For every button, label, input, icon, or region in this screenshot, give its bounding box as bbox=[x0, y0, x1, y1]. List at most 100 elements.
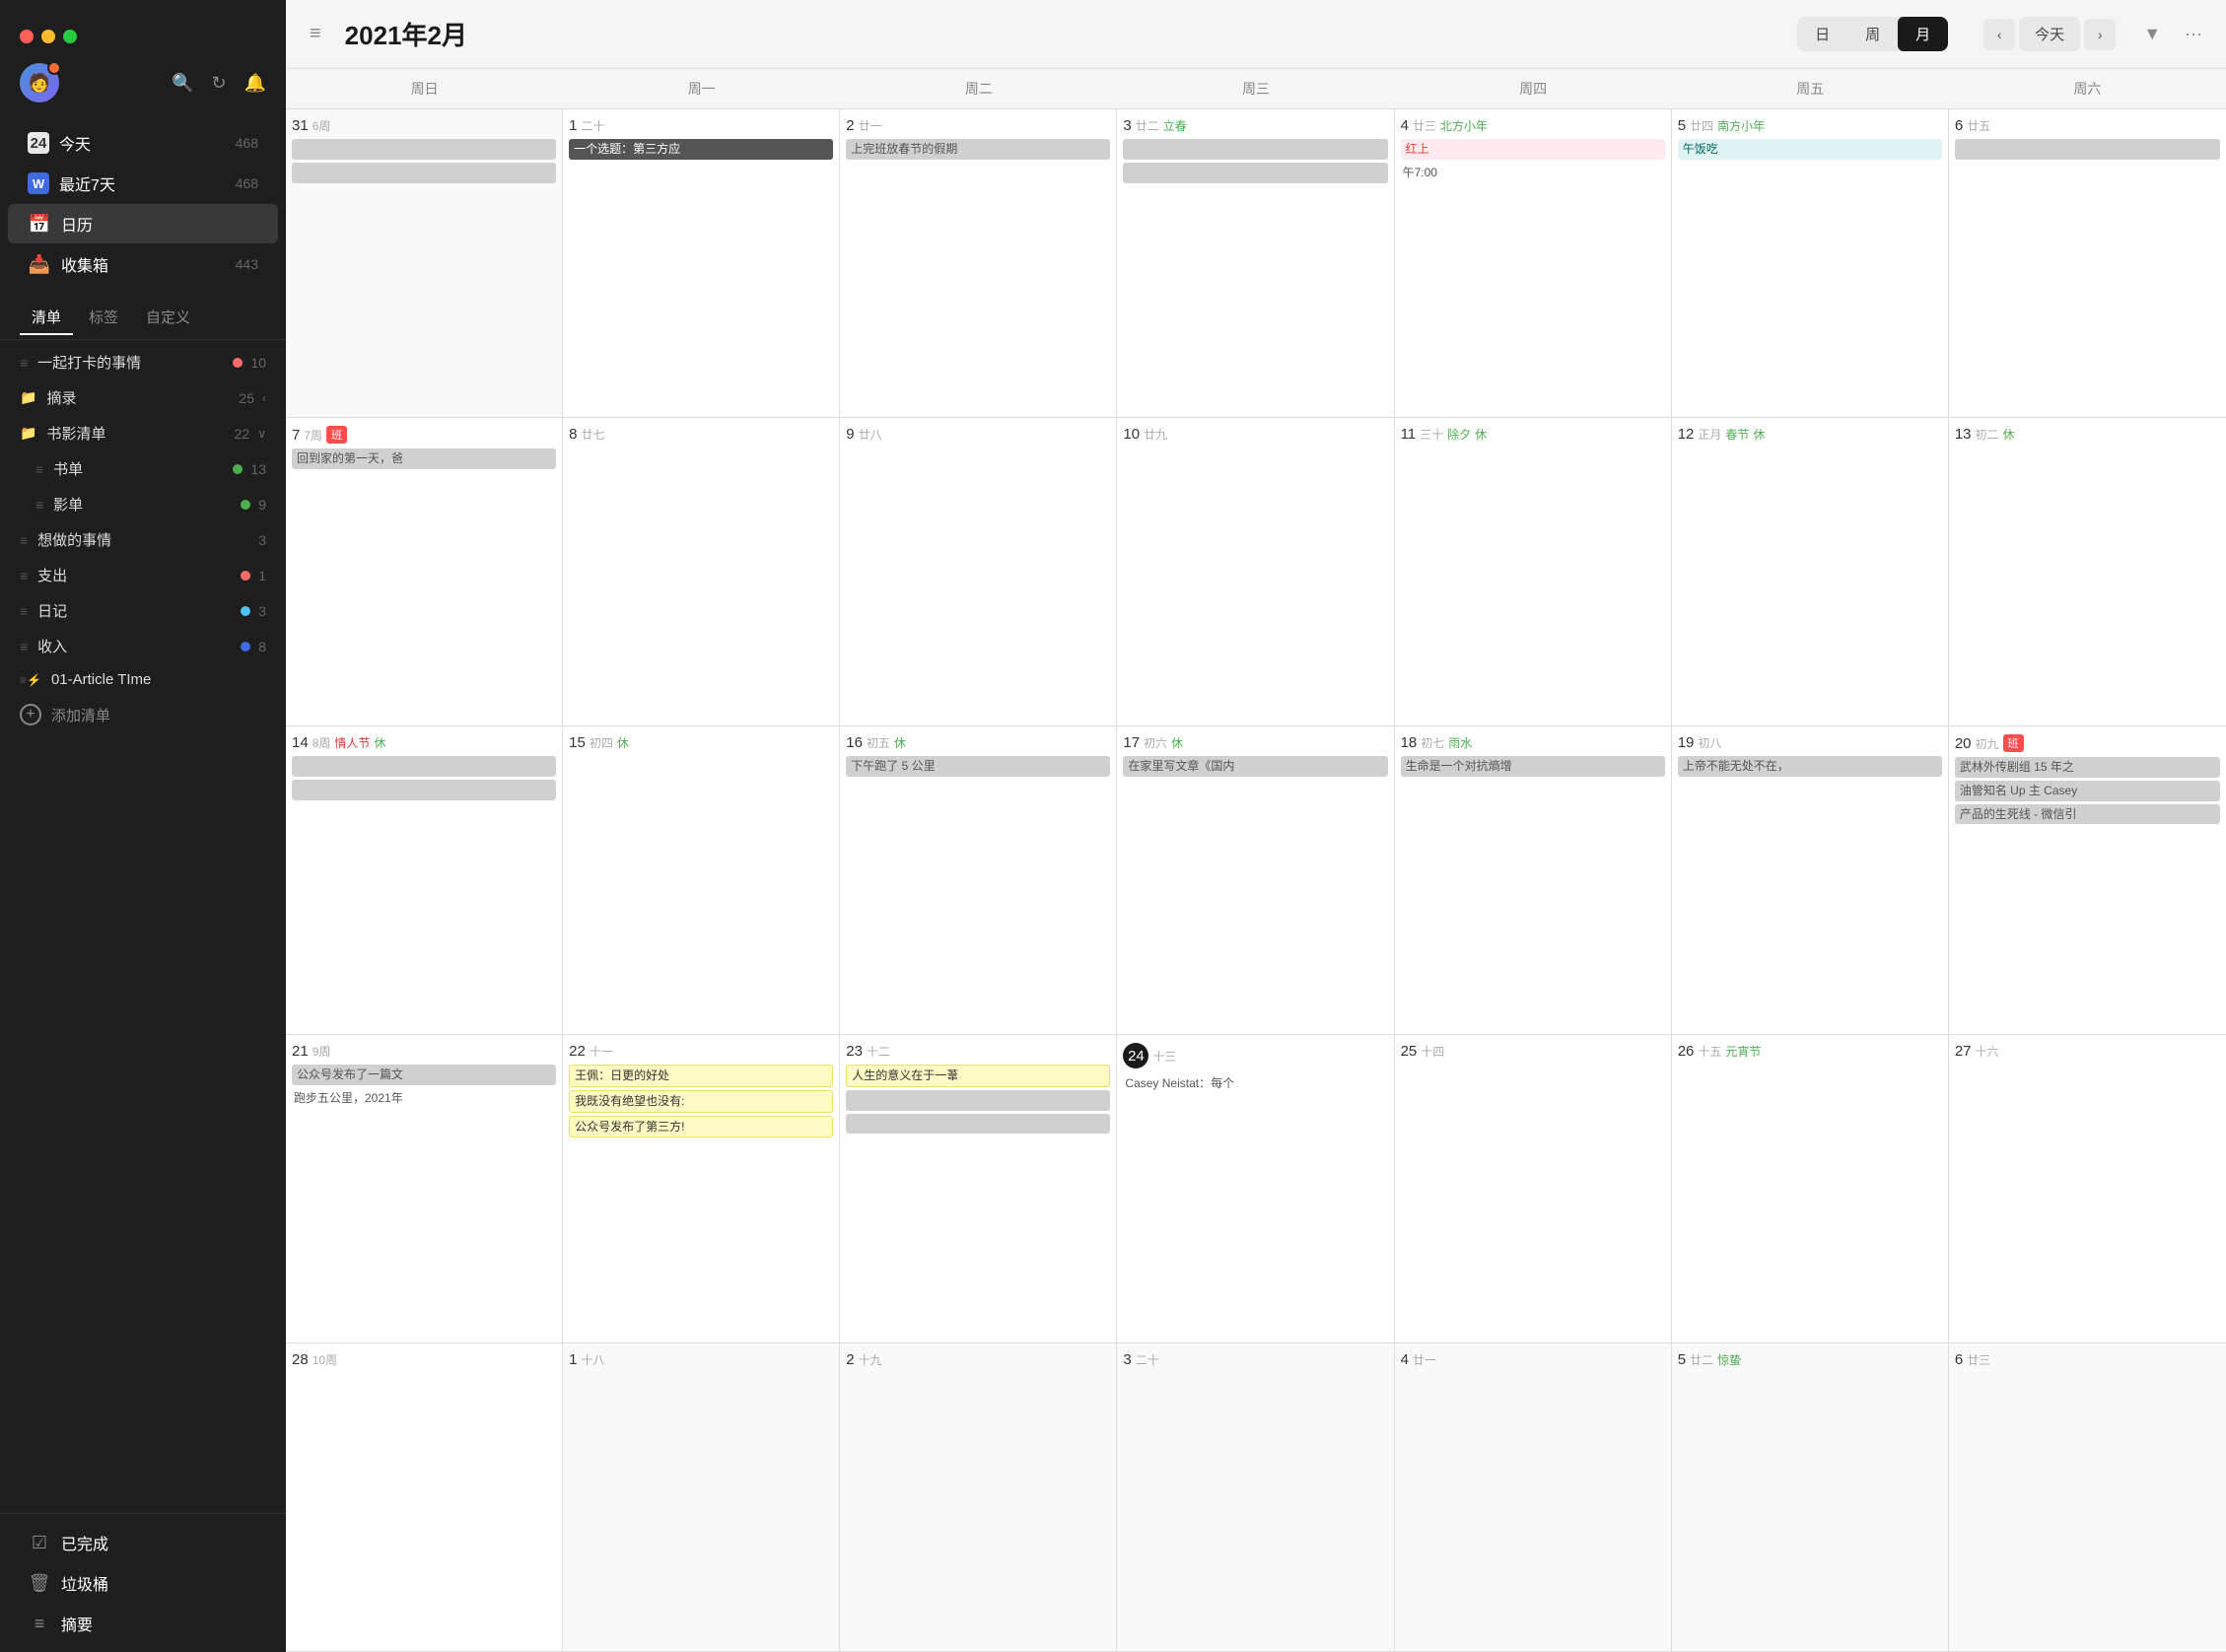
list-item-excerpt[interactable]: 📁 摘录 25 ‹ bbox=[0, 380, 286, 415]
cell-1[interactable]: 1二十 一个选题：第三方应 bbox=[563, 109, 840, 417]
cell-6[interactable]: 6廿五 bbox=[1949, 109, 2226, 417]
list-item-expense[interactable]: ≡ 支出 1 bbox=[0, 558, 286, 592]
event-5-1[interactable]: 午饭吃 bbox=[1678, 139, 1942, 160]
list-item-books[interactable]: ≡ 书单 13 bbox=[0, 451, 286, 486]
tab-list[interactable]: 清单 bbox=[20, 301, 73, 335]
cell-28[interactable]: 2810周 bbox=[286, 1343, 563, 1651]
event-22-3[interactable]: 公众号发布了第三方! bbox=[569, 1116, 833, 1138]
cell-12[interactable]: 12 正月 春节 休 bbox=[1672, 418, 1949, 725]
sidebar-item-calendar[interactable]: 📅 日历 bbox=[8, 204, 278, 243]
event-14-2[interactable] bbox=[292, 780, 556, 800]
list-item-income[interactable]: ≡ 收入 8 bbox=[0, 629, 286, 663]
sync-icon[interactable]: ↻ bbox=[211, 73, 226, 94]
menu-icon[interactable]: ≡ bbox=[310, 23, 321, 45]
cell-5[interactable]: 5廿四南方小年 午饭吃 bbox=[1672, 109, 1949, 417]
view-day-button[interactable]: 日 bbox=[1797, 17, 1847, 51]
event-1-1[interactable]: 一个选题：第三方应 bbox=[569, 139, 833, 160]
cell-25[interactable]: 25十四 bbox=[1395, 1035, 1672, 1342]
event-16-1[interactable]: 下午跑了 5 公里 bbox=[846, 756, 1110, 777]
event-20-2[interactable]: 油管知名 Up 主 Casey bbox=[1955, 781, 2220, 801]
cell-8[interactable]: 8廿七 bbox=[563, 418, 840, 725]
date-12: 12 bbox=[1678, 426, 1695, 443]
more-icon[interactable]: ··· bbox=[2185, 24, 2202, 44]
event-17-1[interactable]: 在家里写文章《国内 bbox=[1123, 756, 1387, 777]
cell-27[interactable]: 27十六 bbox=[1949, 1035, 2226, 1342]
sidebar-item-summary[interactable]: ≡ 摘要 bbox=[8, 1604, 278, 1643]
cell-20[interactable]: 20 初九 班 武林外传剧组 15 年之 油管知名 Up 主 Casey 产品的… bbox=[1949, 726, 2226, 1034]
minimize-button[interactable] bbox=[41, 30, 55, 43]
cell-31[interactable]: 316周 bbox=[286, 109, 563, 417]
today-button[interactable]: 今天 bbox=[2019, 17, 2080, 51]
prev-month-button[interactable]: ‹ bbox=[1983, 19, 2015, 50]
event-3-2[interactable] bbox=[1123, 163, 1387, 183]
sidebar-item-completed[interactable]: ☑ 已完成 bbox=[8, 1523, 278, 1562]
list-item-diary[interactable]: ≡ 日记 3 bbox=[0, 593, 286, 628]
event-6-1[interactable] bbox=[1955, 139, 2220, 160]
list-item-media[interactable]: 📁 书影清单 22 ∨ bbox=[0, 416, 286, 450]
cell-23[interactable]: 23十二 人生的意义在于一葦 bbox=[840, 1035, 1117, 1342]
view-week-button[interactable]: 周 bbox=[1847, 17, 1898, 51]
cell-11[interactable]: 11 三十 除夕 休 bbox=[1395, 418, 1672, 725]
event[interactable] bbox=[292, 139, 556, 160]
lunar-4: 廿三 bbox=[1413, 117, 1436, 134]
cell-m5[interactable]: 5 廿二 惊蛰 bbox=[1672, 1343, 1949, 1651]
event-4-1[interactable]: 红上 bbox=[1401, 139, 1665, 160]
cell-m2[interactable]: 2十九 bbox=[840, 1343, 1117, 1651]
event-23-2[interactable] bbox=[846, 1090, 1110, 1111]
cell-m1[interactable]: 1十八 bbox=[563, 1343, 840, 1651]
list-item-checkin[interactable]: ≡ 一起打卡的事情 10 bbox=[0, 345, 286, 379]
event-7-1[interactable]: 回到家的第一天，爸 bbox=[292, 448, 556, 469]
tab-custom[interactable]: 自定义 bbox=[134, 301, 202, 335]
event-20-3[interactable]: 产品的生死线 - 微信引 bbox=[1955, 804, 2220, 825]
filter-icon[interactable]: ▼ bbox=[2143, 24, 2161, 44]
cell-18[interactable]: 18 初七 雨水 生命是一个对抗熵增 bbox=[1395, 726, 1672, 1034]
cell-3[interactable]: 3廿二立春 bbox=[1117, 109, 1394, 417]
avatar[interactable]: 🧑 bbox=[20, 63, 59, 103]
cell-m6[interactable]: 6廿三 bbox=[1949, 1343, 2226, 1651]
event-18-1[interactable]: 生命是一个对抗熵增 bbox=[1401, 756, 1665, 777]
list-item-article[interactable]: ≡⚡ 01-Article TIme bbox=[0, 664, 286, 695]
cell-22[interactable]: 22十一 王佩：日更的好处 我既没有绝望也没有: 公众号发布了第三方! bbox=[563, 1035, 840, 1342]
cell-13[interactable]: 13 初二 休 bbox=[1949, 418, 2226, 725]
cell-10[interactable]: 10廿九 bbox=[1117, 418, 1394, 725]
event-3-1[interactable] bbox=[1123, 139, 1387, 160]
cell-24[interactable]: 24 十三 Casey Neistat：每个 bbox=[1117, 1035, 1394, 1342]
event[interactable] bbox=[292, 163, 556, 183]
cell-7[interactable]: 7 7周 班 回到家的第一天，爸 bbox=[286, 418, 563, 725]
tab-tag[interactable]: 标签 bbox=[77, 301, 130, 335]
list-item-movies[interactable]: ≡ 影单 9 bbox=[0, 487, 286, 521]
event-22-1[interactable]: 王佩：日更的好处 bbox=[569, 1065, 833, 1087]
cell-17[interactable]: 17 初六 休 在家里写文章《国内 bbox=[1117, 726, 1394, 1034]
cell-m3[interactable]: 3二十 bbox=[1117, 1343, 1394, 1651]
event-23-3[interactable] bbox=[846, 1114, 1110, 1135]
event-22-2[interactable]: 我既没有绝望也没有: bbox=[569, 1090, 833, 1113]
cell-4[interactable]: 4廿三北方小年 红上 午7:00 bbox=[1395, 109, 1672, 417]
cell-16[interactable]: 16 初五 休 下午跑了 5 公里 bbox=[840, 726, 1117, 1034]
add-list-button[interactable]: + 添加清单 bbox=[0, 696, 286, 733]
sidebar-item-trash[interactable]: 🗑 垃圾桶 bbox=[8, 1563, 278, 1603]
maximize-button[interactable] bbox=[63, 30, 77, 43]
cell-15[interactable]: 15 初四 休 bbox=[563, 726, 840, 1034]
sidebar-item-inbox[interactable]: 📥 收集箱 443 bbox=[8, 244, 278, 284]
cell-26[interactable]: 26 十五 元宵节 bbox=[1672, 1035, 1949, 1342]
event-23-1[interactable]: 人生的意义在于一葦 bbox=[846, 1065, 1110, 1087]
search-icon[interactable]: 🔍 bbox=[172, 73, 193, 94]
bell-icon[interactable]: 🔔 bbox=[244, 73, 266, 94]
cell-9[interactable]: 9廿八 bbox=[840, 418, 1117, 725]
cell-21[interactable]: 219周 公众号发布了一篇文 跑步五公里，2021年 bbox=[286, 1035, 563, 1342]
next-month-button[interactable]: › bbox=[2084, 19, 2116, 50]
sidebar-item-recent7[interactable]: W 最近7天 468 bbox=[8, 164, 278, 203]
close-button[interactable] bbox=[20, 30, 34, 43]
event-14-1[interactable] bbox=[292, 756, 556, 777]
event-21-1[interactable]: 公众号发布了一篇文 bbox=[292, 1065, 556, 1085]
event-20-1[interactable]: 武林外传剧组 15 年之 bbox=[1955, 757, 2220, 778]
cell-m4[interactable]: 4廿一 bbox=[1395, 1343, 1672, 1651]
list-item-todo[interactable]: ≡ 想做的事情 3 bbox=[0, 522, 286, 557]
event-2-1[interactable]: 上完班放春节的假期 bbox=[846, 139, 1110, 160]
cell-2[interactable]: 2廿一 上完班放春节的假期 bbox=[840, 109, 1117, 417]
sidebar-item-today[interactable]: 24 今天 468 bbox=[8, 123, 278, 163]
event-19-1[interactable]: 上帝不能无处不在， bbox=[1678, 756, 1942, 777]
cell-14[interactable]: 14 8周 情人节 休 bbox=[286, 726, 563, 1034]
cell-19[interactable]: 19初八 上帝不能无处不在， bbox=[1672, 726, 1949, 1034]
view-month-button[interactable]: 月 bbox=[1898, 17, 1948, 51]
